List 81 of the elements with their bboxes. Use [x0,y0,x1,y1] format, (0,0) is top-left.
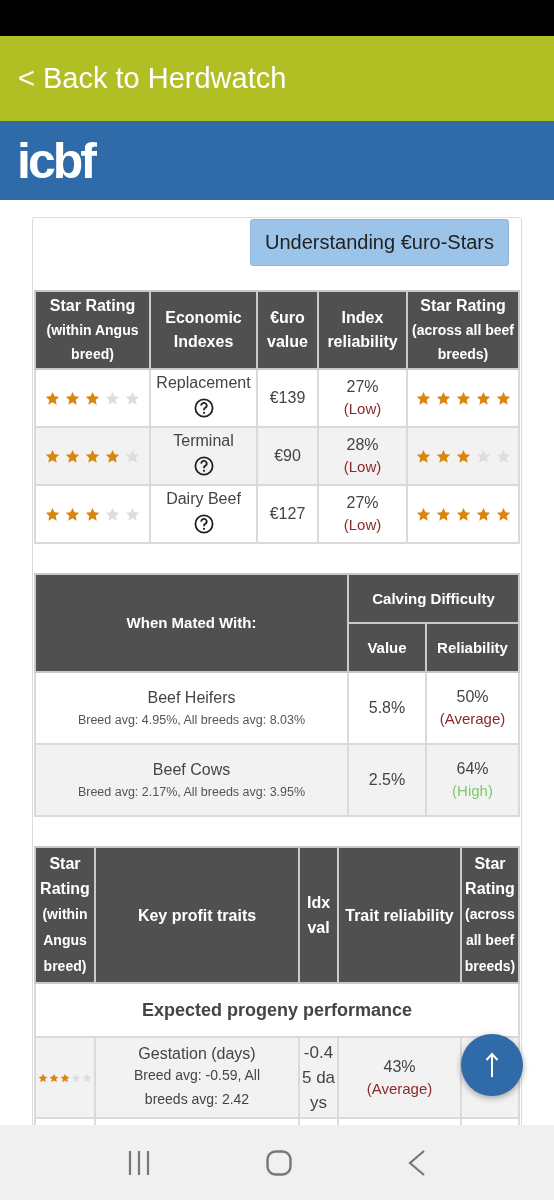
mate-name: Beef Heifers [146,688,237,708]
filled-star-icon [60,1072,70,1083]
table-cell: €139 [257,369,318,427]
reliability-value: 50% [455,687,490,707]
filled-star-icon [45,448,60,464]
table-cell: €127 [257,485,318,543]
mate-name: Beef Cows [151,760,232,780]
reliability-label: (Low) [342,457,383,477]
help-icon[interactable] [193,398,214,418]
filled-star-icon [415,448,431,464]
column-header: Calving Difficulty [348,574,519,623]
column-header: Reliability [426,623,519,672]
filled-star-icon [65,390,80,406]
filled-star-icon [85,506,100,522]
filled-star-icon [475,390,491,406]
filled-star-icon [455,390,471,406]
filled-star-icon [475,506,491,522]
column-header: Star Rating (across all beef breeds) [407,291,519,369]
table-cell: 2.5% [348,744,426,816]
column-header: Star Rating (across all beef breeds) [461,847,519,983]
reliability-value: 64% [455,759,490,779]
table-cell: -0.45 days [299,1037,338,1118]
index-name: Terminal [172,432,235,450]
empty-star-icon [105,390,120,406]
recent-apps-icon[interactable] [128,1150,150,1175]
empty-star-icon [125,390,140,406]
filled-star-icon [495,390,511,406]
filled-star-icon [435,448,451,464]
column-header: Key profit traits [95,847,299,983]
index-name: Replacement [155,374,252,392]
understanding-button[interactable]: Understanding €uro-Stars [250,219,509,266]
home-icon[interactable] [266,1149,292,1176]
filled-star-icon [435,506,451,522]
logo: icbf [17,135,94,186]
trait-name: Gestation (days) [137,1044,257,1063]
reliability-value: 27% [345,493,380,513]
empty-star-icon [105,506,120,522]
reliability-label: (Average) [438,709,507,729]
reliability-label: (Average) [365,1078,434,1099]
filled-star-icon [85,448,100,464]
column-header: €uro value [257,291,318,369]
filled-star-icon [435,390,451,406]
reliability-label: (Low) [342,399,383,419]
reliability-value: 27% [345,377,380,397]
column-header: Star Rating (within Angus breed) [35,291,150,369]
up-arrow-icon [485,1052,499,1078]
column-header: When Mated With: [35,574,348,672]
empty-star-icon [125,506,140,522]
filled-star-icon [85,390,100,406]
filled-star-icon [49,1072,59,1083]
reliability-value: 43% [382,1056,417,1077]
help-icon[interactable] [193,514,214,534]
filled-star-icon [38,1072,48,1083]
table-cell: 5.8% [348,672,426,744]
filled-star-icon [455,448,471,464]
reliability-value: 28% [345,435,380,455]
filled-star-icon [105,448,120,464]
filled-star-icon [455,506,471,522]
average-note: Breed avg: -0.59, All breeds avg: 2.42 [132,1065,262,1109]
column-header: Economic Indexes [150,291,257,369]
reliability-label: (Low) [342,515,383,535]
reliability-label: (High) [451,781,494,801]
filled-star-icon [65,506,80,522]
filled-star-icon [45,506,60,522]
filled-star-icon [45,390,60,406]
average-note: Breed avg: 4.95%, All breeds avg: 8.03% [76,712,307,729]
back-icon[interactable] [408,1149,426,1176]
section-heading: Expected progeny performance [35,983,519,1037]
column-header: Index reliability [318,291,407,369]
column-header: Value [348,623,426,672]
filled-star-icon [415,390,431,406]
table-cell: €90 [257,427,318,485]
column-header: Trait reliability [338,847,461,983]
column-header: Idx val [299,847,338,983]
average-note: Breed avg: 2.17%, All breeds avg: 3.95% [76,784,307,801]
column-header: Star Rating (within Angus breed) [35,847,95,983]
help-icon[interactable] [193,456,214,476]
filled-star-icon [495,506,511,522]
filled-star-icon [65,448,80,464]
index-name: Dairy Beef [165,490,242,508]
filled-star-icon [415,506,431,522]
